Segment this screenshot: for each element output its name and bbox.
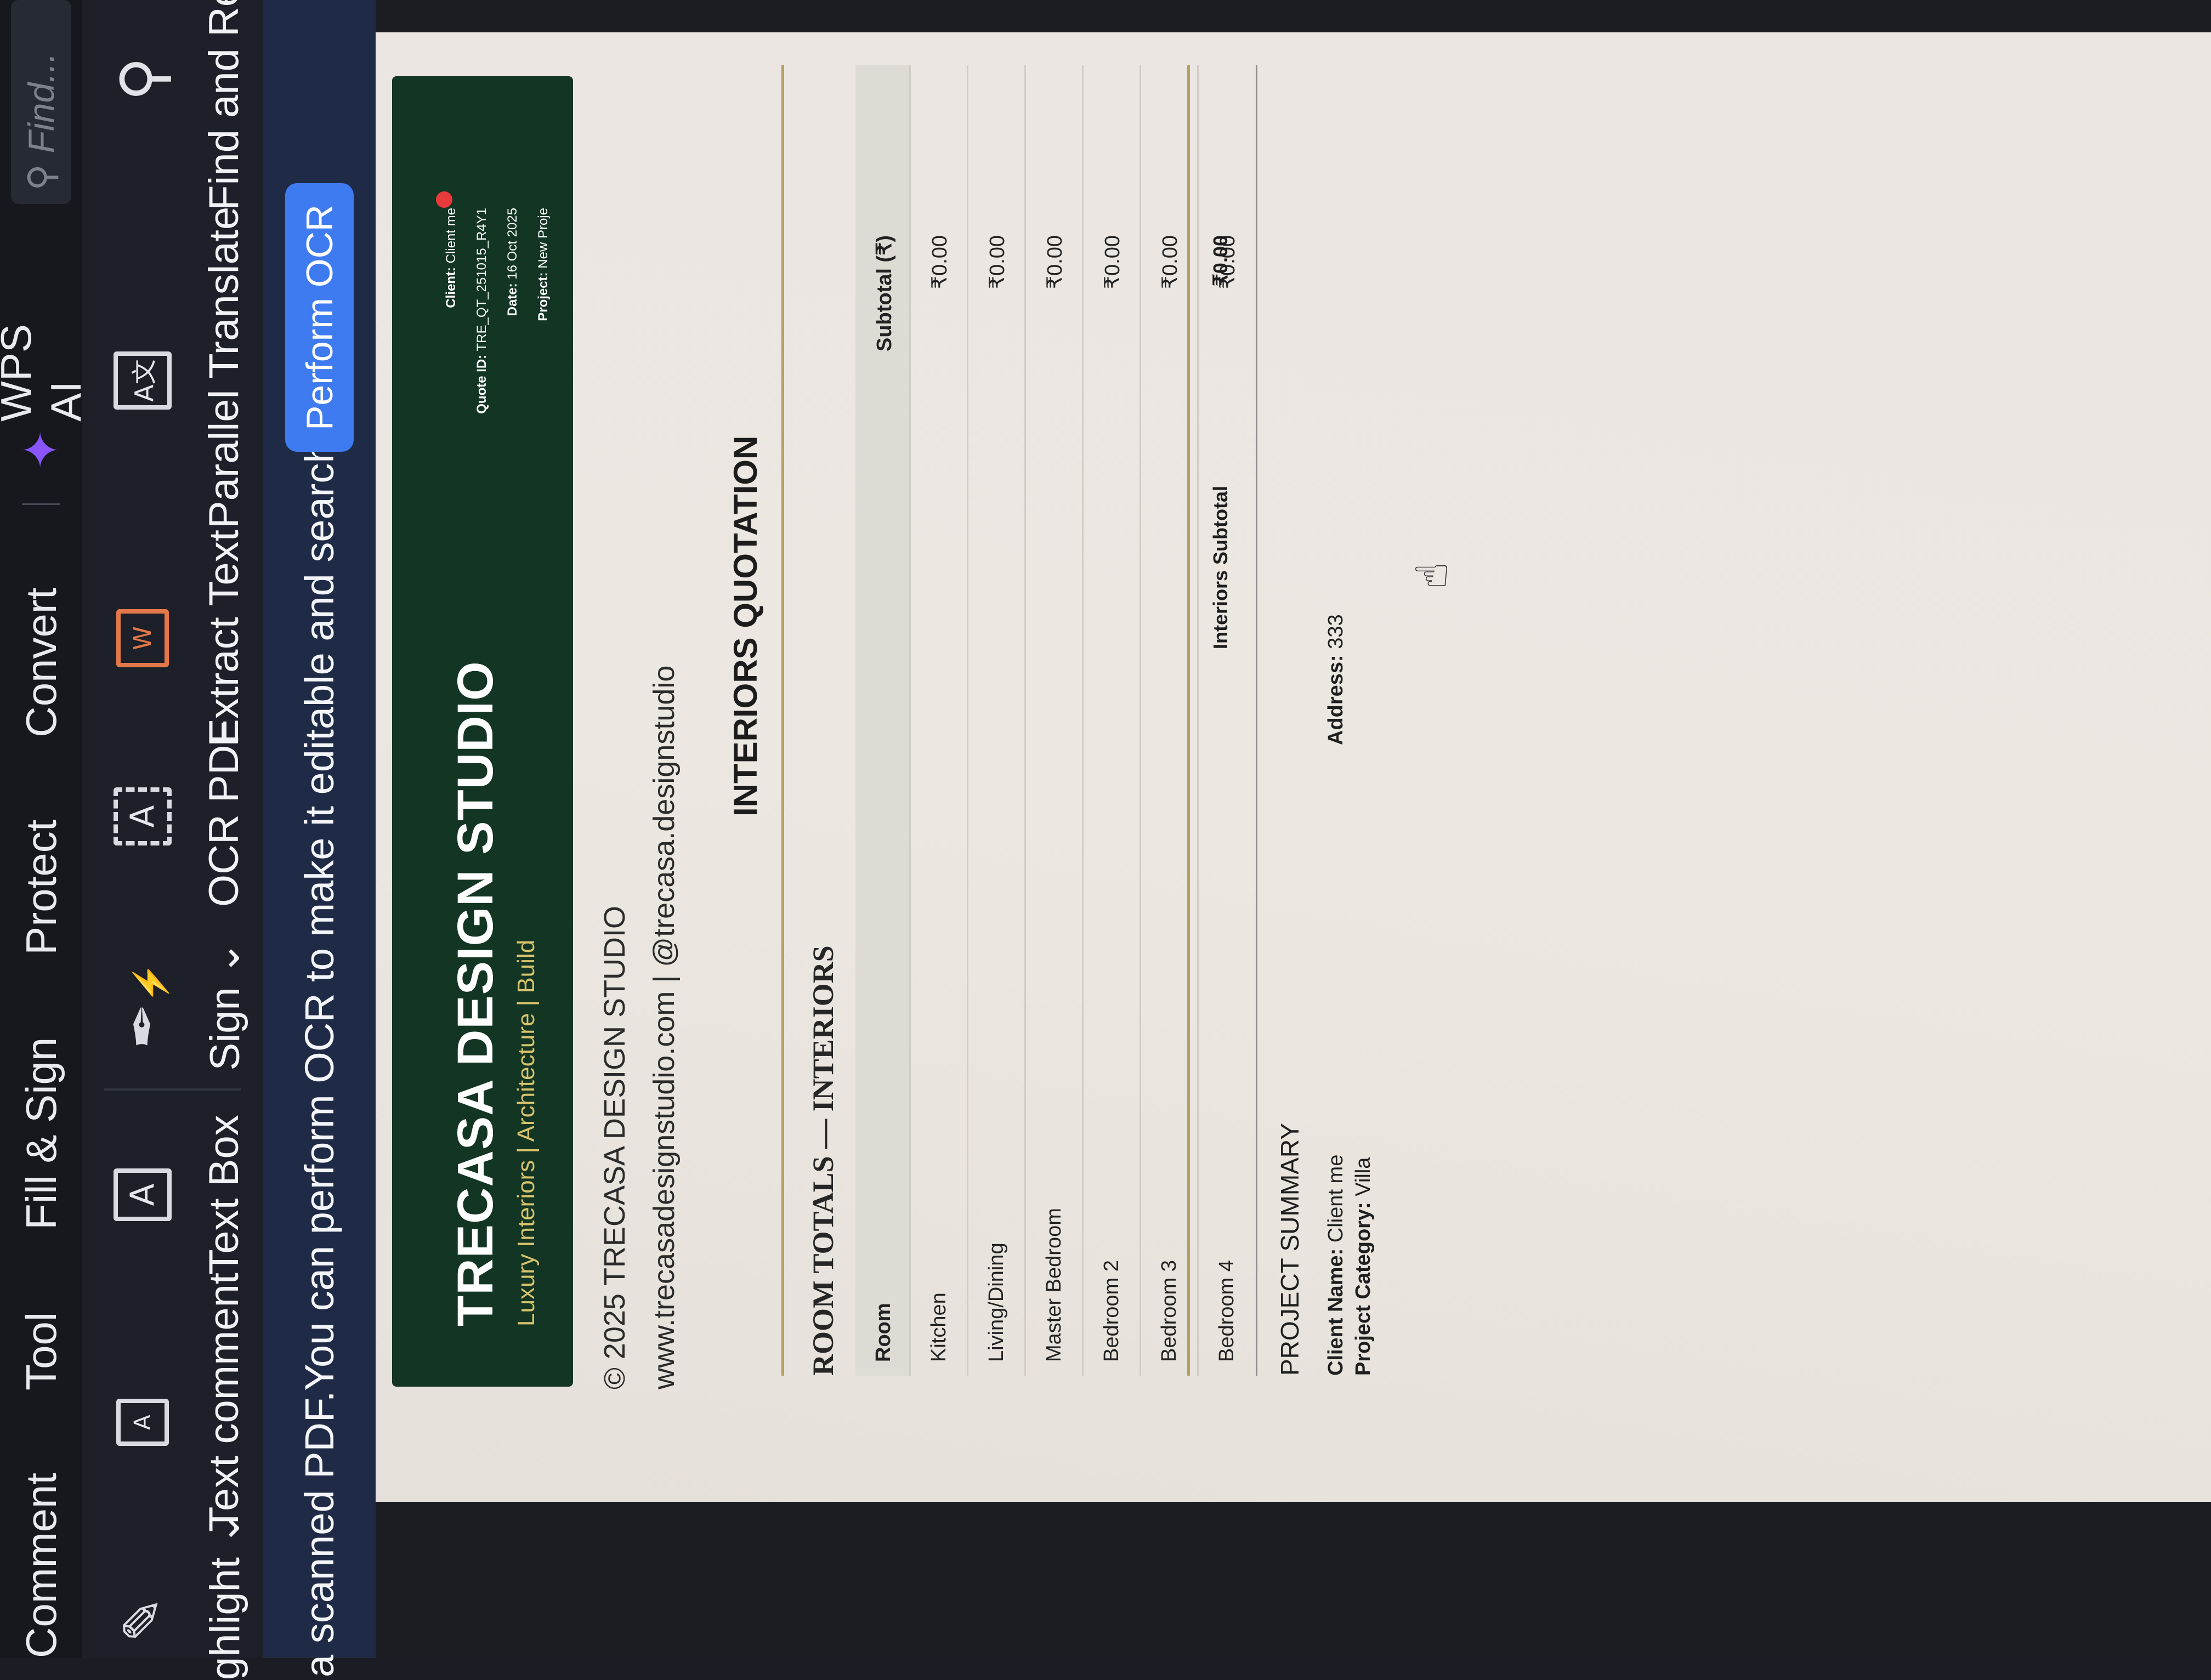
parallel-translate-tool[interactable]: A文 Parallel Translate — [82, 206, 263, 529]
menu-comment[interactable]: Comment — [16, 1473, 66, 1658]
find-replace-tool[interactable]: ⚲ Find and Rep — [82, 0, 263, 211]
table-row: Kitchen ₹0.00 — [911, 65, 968, 1376]
app-window: Comment Tool Fill & Sign Protect Convert… — [0, 0, 2211, 1680]
project-category-value: Villa — [1352, 1157, 1375, 1196]
address-value: 333 — [1324, 614, 1347, 649]
studio-tagline: Luxury Interiors | Architecture | Build — [513, 939, 540, 1326]
find-replace-label: Find and Rep — [201, 0, 247, 211]
parallel-translate-label: Parallel Translate — [201, 206, 247, 529]
text-box-label: Text Box — [201, 1115, 247, 1275]
room-name: Master Bedroom — [1042, 1208, 1065, 1362]
find-placeholder: Find... — [21, 52, 61, 154]
highlighter-icon: ✎ — [112, 1597, 174, 1643]
menu-bar: Comment Tool Fill & Sign Protect Convert… — [0, 0, 90, 1658]
room-subtotal: ₹0.00 — [986, 235, 1009, 290]
room-subtotal: ₹0.00 — [1044, 235, 1067, 290]
sign-pen-icon: ✒⚡ — [112, 962, 174, 1049]
header-room: Room — [872, 1303, 895, 1362]
project-label: Project: — [536, 272, 551, 321]
studio-name: TRECASA DESIGN STUDIO — [447, 661, 503, 1326]
text-comment-tool[interactable]: A Text comment — [82, 1272, 263, 1532]
highlight-label: ghlight — [202, 1557, 248, 1680]
website-line: www.trecasadesignstudio.com | @trecasa.d… — [648, 665, 681, 1390]
wps-ai-button[interactable]: ✦ WPS AI — [0, 308, 91, 470]
room-name: Living/Dining — [985, 1242, 1008, 1362]
sign-tool[interactable]: ✒⚡ Sign ⌄ — [82, 934, 263, 1077]
section-title: ROOM TOTALS — INTERIORS — [807, 945, 840, 1376]
date-label: Date: — [505, 283, 520, 316]
toolbar-divider — [104, 1088, 241, 1091]
perform-ocr-button[interactable]: Perform OCR — [285, 183, 354, 452]
room-subtotal: ₹0.00 — [928, 235, 951, 290]
table-row: Living/Dining ₹0.00 — [968, 65, 1026, 1376]
search-icon: ⚲ — [20, 164, 61, 191]
copyright-line: © 2025 TRECASA DESIGN STUDIO — [598, 905, 631, 1389]
subtotal-label: Interiors Subtotal — [1209, 485, 1232, 649]
ribbon-toolbar: ✎ ghlight ⌄ A Text comment A Text Box ✒⚡… — [82, 0, 263, 1680]
quote-id-value: TRE_QT_251015_R4Y1 — [474, 208, 489, 351]
extract-text-label: Extract Text — [201, 530, 247, 747]
text-comment-label: Text comment — [201, 1272, 247, 1532]
find-input[interactable]: ⚲ Find... — [11, 0, 71, 204]
client-value: Client me — [444, 208, 458, 264]
ocr-notification-bar: a scanned PDF.You can perform OCR to mak… — [263, 0, 376, 1677]
pdf-page: TRECASA DESIGN STUDIO Luxury Interiors |… — [376, 32, 2211, 1502]
project-category-label: Project Category: — [1352, 1202, 1375, 1376]
date-value: 16 Oct 2025 — [505, 208, 520, 280]
client-label: Client: — [444, 267, 458, 308]
divider-rule — [1256, 65, 1257, 1376]
quote-id-label: Quote ID: — [474, 354, 489, 414]
text-box-icon: A — [114, 1168, 172, 1221]
room-name: Bedroom 2 — [1100, 1260, 1123, 1362]
summary-project-category: Project Category: Villa — [1352, 1157, 1375, 1376]
quotation-title: INTERIORS QUOTATION — [727, 435, 764, 816]
room-subtotal: ₹0.00 — [1159, 235, 1182, 290]
document-viewport[interactable]: TRECASA DESIGN STUDIO Luxury Interiors |… — [376, 0, 2211, 1658]
translate-icon: A文 — [114, 351, 172, 410]
interiors-subtotal-row: Interiors Subtotal ₹0.00 — [1187, 65, 1253, 1376]
project-value: New Proje — [536, 208, 551, 269]
status-dot — [436, 191, 452, 208]
text-box-tool[interactable]: A Text Box — [82, 1104, 263, 1285]
gold-rule — [781, 65, 784, 1376]
address-label: Address: — [1324, 655, 1347, 745]
menu-divider — [22, 503, 60, 506]
summary-client-name: Client Name: Client me — [1324, 1155, 1348, 1376]
menu-protect[interactable]: Protect — [16, 820, 66, 955]
extract-text-tool[interactable]: W Extract Text — [82, 523, 263, 753]
quote-meta: Client: Client me Quote ID: TRE_QT_25101… — [436, 208, 559, 427]
header-subtotal: Subtotal (₹) — [873, 235, 896, 352]
room-name: Kitchen — [927, 1292, 950, 1362]
header-banner: TRECASA DESIGN STUDIO Luxury Interiors |… — [392, 76, 573, 1387]
hand-cursor-icon: ☝ — [1407, 562, 1458, 589]
highlight-tool[interactable]: ✎ ghlight ⌄ — [82, 1511, 263, 1680]
ocr-scan-icon: A — [114, 787, 172, 845]
room-subtotal: ₹0.00 — [1101, 235, 1124, 290]
table-row: Master Bedroom ₹0.00 — [1026, 65, 1084, 1376]
client-name-value: Client me — [1324, 1154, 1347, 1243]
sign-label: Sign — [202, 987, 248, 1071]
extract-text-icon: W — [116, 609, 169, 667]
wps-ai-label: WPS AI — [0, 324, 90, 422]
project-summary-title: PROJECT SUMMARY — [1275, 1123, 1304, 1376]
ocr-message: a scanned PDF.You can perform OCR to mak… — [297, 353, 342, 1677]
menu-fill-sign[interactable]: Fill & Sign — [16, 1037, 66, 1230]
text-comment-icon: A — [116, 1399, 169, 1446]
menu-convert[interactable]: Convert — [16, 587, 66, 737]
subtotal-value: ₹0.00 — [1209, 235, 1232, 286]
room-name: Bedroom 3 — [1158, 1260, 1181, 1362]
sparkle-icon: ✦ — [14, 429, 69, 471]
magnifier-icon: ⚲ — [109, 56, 177, 101]
table-header-row: Room Subtotal (₹) — [855, 65, 911, 1376]
client-name-label: Client Name: — [1324, 1248, 1347, 1376]
menu-tool[interactable]: Tool — [16, 1312, 66, 1390]
summary-address: Address: 333 — [1324, 614, 1348, 745]
table-row: Bedroom 2 ₹0.00 — [1084, 65, 1141, 1376]
